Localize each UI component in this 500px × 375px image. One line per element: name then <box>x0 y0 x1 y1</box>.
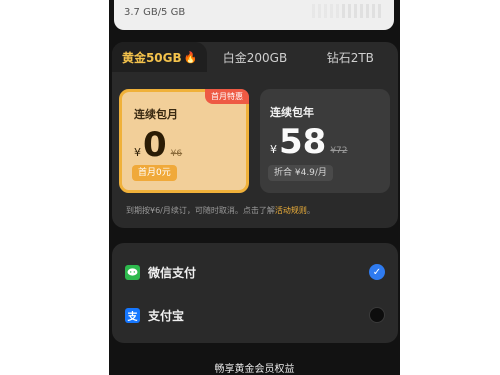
original-price: ¥6 <box>170 149 183 159</box>
payment-label: 支付宝 <box>148 308 185 323</box>
renewal-note: 到期按¥6/月续订，可随时取消。点击了解活动规则。 <box>126 205 315 216</box>
storage-decoration <box>312 4 342 18</box>
radio-unselected[interactable] <box>369 307 385 323</box>
radio-selected[interactable]: ✓ <box>369 264 385 280</box>
activity-rules-link[interactable]: 活动规则 <box>275 206 307 215</box>
original-price: ¥72 <box>330 146 348 156</box>
payment-option-alipay[interactable]: 支 支付宝 <box>125 297 385 333</box>
plan-options: 首月特惠 连续包月 ¥ 0 ¥6 首月0元 连续包年 ¥ 58 ¥72 折合 ¥… <box>119 89 391 194</box>
payment-option-wechat[interactable]: 微信支付 ✓ <box>125 254 385 290</box>
plan-card-yearly[interactable]: 连续包年 ¥ 58 ¥72 折合 ¥4.9/月 <box>260 89 390 193</box>
currency-symbol: ¥ <box>134 146 141 159</box>
storage-card: 3.7 GB/5 GB <box>114 0 394 30</box>
promo-tag: 首月特惠 <box>205 89 249 104</box>
storage-decoration <box>342 4 382 18</box>
wechat-pay-icon <box>125 264 140 280</box>
plan-panel: 黄金50GB 🔥 白金200GB 钻石2TB 首月特惠 连续包月 ¥ 0 ¥6 … <box>112 42 398 228</box>
tier-tabs: 黄金50GB 🔥 白金200GB 钻石2TB <box>112 42 398 72</box>
benefits-title: 畅享黄金会员权益 <box>214 364 295 375</box>
plan-badge: 首月0元 <box>132 165 177 181</box>
plan-price: ¥ 0 ¥6 <box>134 128 182 162</box>
plan-title: 连续包月 <box>134 108 178 121</box>
tab-gold[interactable]: 黄金50GB 🔥 <box>112 42 208 72</box>
alipay-icon: 支 <box>125 307 140 323</box>
plan-title: 连续包年 <box>270 106 314 119</box>
plan-badge: 折合 ¥4.9/月 <box>268 165 333 181</box>
currency-symbol: ¥ <box>270 143 277 156</box>
tab-gold-label: 黄金50GB <box>121 50 182 65</box>
storage-usage-text: 3.7 GB/5 GB <box>124 7 186 18</box>
flame-icon: 🔥 <box>183 50 198 64</box>
renewal-note-text: 到期按¥6/月续订，可随时取消。点击了解 <box>126 206 275 215</box>
price-value: 0 <box>143 125 167 165</box>
renewal-note-suffix: 。 <box>306 206 315 215</box>
tab-diamond[interactable]: 钻石2TB <box>303 42 398 72</box>
payment-panel: 微信支付 ✓ 支 支付宝 <box>112 243 398 343</box>
tab-platinum[interactable]: 白金200GB <box>207 42 302 72</box>
plan-price: ¥ 58 ¥72 <box>270 125 348 159</box>
plan-card-monthly[interactable]: 首月特惠 连续包月 ¥ 0 ¥6 首月0元 <box>119 89 249 193</box>
payment-label: 微信支付 <box>148 265 197 280</box>
price-value: 58 <box>279 122 327 162</box>
tab-platinum-label: 白金200GB <box>222 50 288 65</box>
phone-screen: 3.7 GB/5 GB 黄金50GB 🔥 白金200GB 钻石2TB 首月特惠 … <box>109 0 400 375</box>
tab-diamond-label: 钻石2TB <box>326 50 374 65</box>
